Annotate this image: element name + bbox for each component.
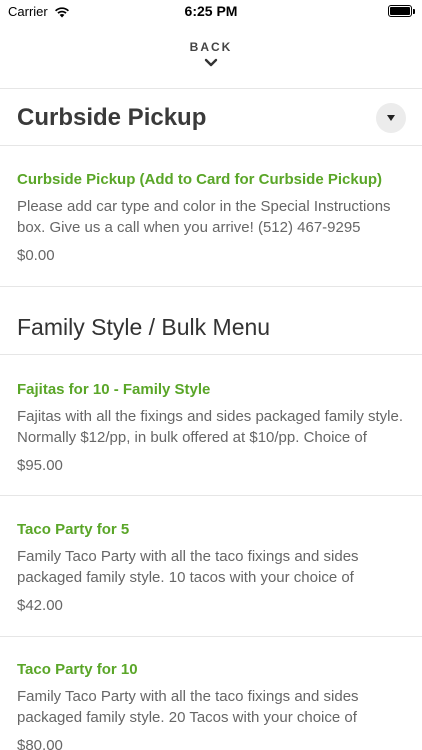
menu-item-taco-party-for-5[interactable]: Taco Party for 5 Family Taco Party with … xyxy=(17,520,409,616)
item-description: Fajitas with all the fixings and sides p… xyxy=(17,408,404,446)
divider xyxy=(0,286,422,287)
item-price: $0.00 xyxy=(17,247,55,264)
item-name: Taco Party for 10 xyxy=(17,661,138,678)
item-price: $80.00 xyxy=(17,737,63,750)
category-dropdown-button[interactable] xyxy=(376,103,406,133)
status-bar: Carrier 6:25 PM xyxy=(0,0,422,24)
battery-icon xyxy=(388,5,415,17)
menu-item-fajitas-for-10[interactable]: Fajitas for 10 - Family Style Fajitas wi… xyxy=(17,380,409,476)
item-description: Please add car type and color in the Spe… xyxy=(17,198,391,236)
back-button[interactable]: BACK xyxy=(0,34,422,78)
divider xyxy=(0,145,422,146)
section-title-family-style: Family Style / Bulk Menu xyxy=(17,314,271,340)
item-price: $95.00 xyxy=(17,457,63,474)
back-label: BACK xyxy=(189,40,233,54)
divider xyxy=(0,636,422,637)
section-title-curbside: Curbside Pickup xyxy=(17,104,207,131)
divider xyxy=(0,354,422,355)
triangle-down-icon xyxy=(387,115,395,121)
item-name: Curbside Pickup (Add to Card for Curbsid… xyxy=(17,171,383,188)
item-name: Fajitas for 10 - Family Style xyxy=(17,381,211,398)
item-description: Family Taco Party with all the taco fixi… xyxy=(17,548,359,586)
battery-level xyxy=(390,7,410,15)
divider xyxy=(0,88,422,89)
status-time: 6:25 PM xyxy=(184,3,238,19)
menu-item-taco-party-for-10[interactable]: Taco Party for 10 Family Taco Party with… xyxy=(17,660,409,750)
chevron-down-icon xyxy=(204,58,218,67)
divider xyxy=(0,495,422,496)
item-price: $42.00 xyxy=(17,597,63,614)
item-name: Taco Party for 5 xyxy=(17,521,130,538)
item-description: Family Taco Party with all the taco fixi… xyxy=(17,688,359,726)
menu-item-curbside-pickup[interactable]: Curbside Pickup (Add to Card for Curbsid… xyxy=(17,170,409,266)
